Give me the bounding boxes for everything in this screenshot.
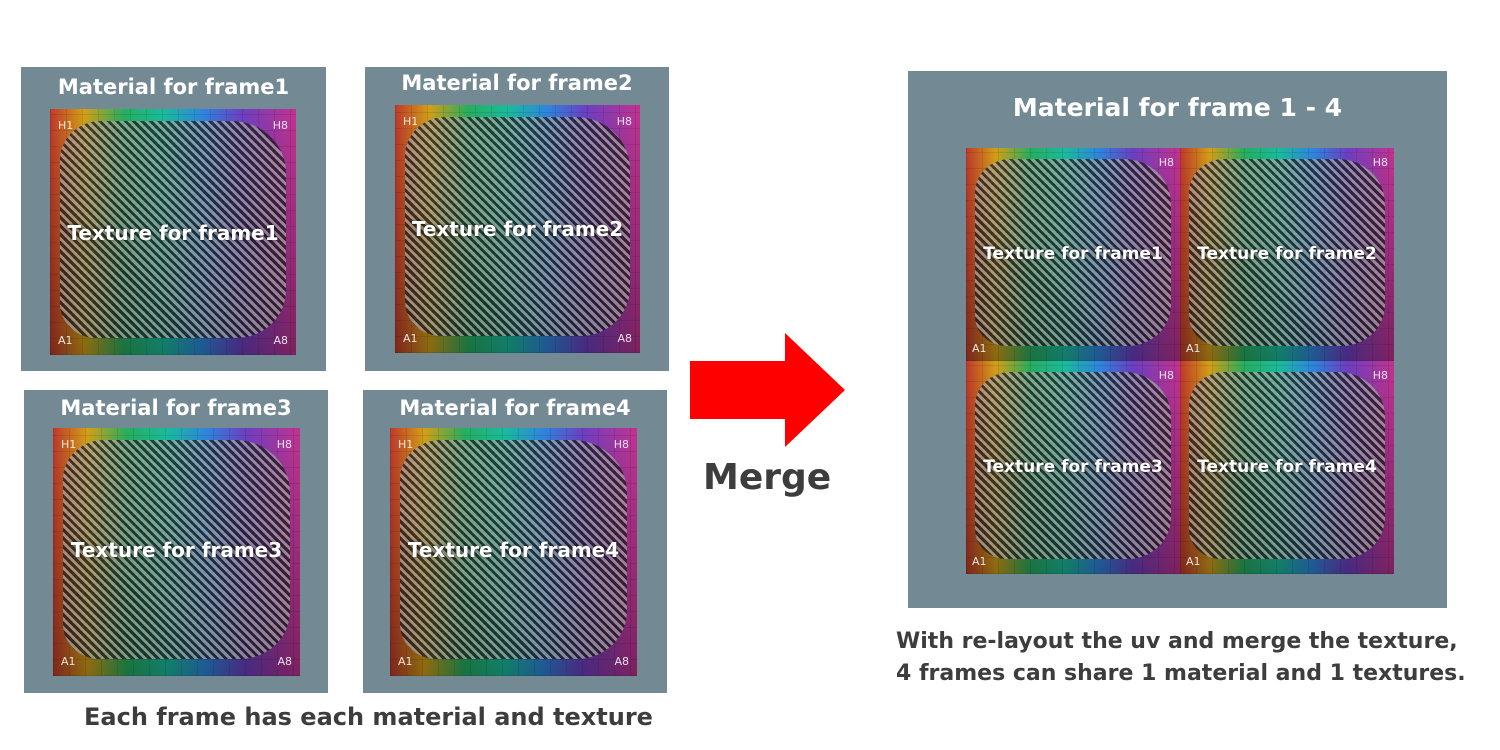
merged-texture-tile-2: H8 A1 Texture for frame2: [1180, 148, 1394, 361]
grid-label: A8: [277, 655, 292, 668]
merged-texture-tile-3: H8 A1 Texture for frame3: [966, 361, 1180, 574]
merge-label: Merge: [703, 457, 832, 498]
grid-label: A1: [1186, 342, 1201, 355]
texture-image: H1 H8 A1 A8 Texture for frame3: [53, 428, 300, 676]
grid-label: H1: [403, 115, 419, 128]
material-title: Material for frame4: [399, 396, 631, 420]
grid-label: A1: [58, 334, 73, 347]
merged-texture-tile-1: H8 A1 Texture for frame1: [966, 148, 1180, 361]
grid-label: A1: [972, 342, 987, 355]
grid-label: H8: [1158, 369, 1174, 382]
grid-label: A1: [403, 332, 418, 345]
material-panel-frame2: Material for frame2 H1 H8 A1 A8 Texture …: [365, 67, 669, 371]
material-panel-frame1: Material for frame1 H1 H8 A1 A8 Texture …: [21, 67, 326, 371]
grid-label: H8: [1158, 156, 1174, 169]
grid-label: H8: [613, 438, 629, 451]
grid-label: A8: [617, 332, 632, 345]
texture-image: H1 H8 A1 A8 Texture for frame1: [50, 109, 296, 355]
grid-label: H1: [398, 438, 414, 451]
grid-label: A1: [1186, 555, 1201, 568]
grid-label: A1: [972, 555, 987, 568]
texture-label: Texture for frame1: [67, 221, 279, 245]
texture-image: H1 H8 A1 A8 Texture for frame4: [390, 428, 637, 676]
right-caption-line-1: With re-layout the uv and merge the text…: [896, 629, 1458, 654]
texture-label: Texture for frame2: [1197, 244, 1377, 264]
merged-material-title: Material for frame 1 - 4: [1012, 93, 1343, 122]
material-title: Material for frame2: [401, 71, 633, 95]
texture-label: Texture for frame3: [983, 457, 1163, 477]
grid-label: H8: [1372, 369, 1388, 382]
texture-label: Texture for frame2: [411, 217, 624, 241]
material-panel-frame4: Material for frame4 H1 H8 A1 A8 Texture …: [363, 390, 667, 693]
texture-label: Texture for frame1: [983, 244, 1163, 264]
grid-label: H1: [58, 119, 74, 132]
texture-image: H1 H8 A1 A8 Texture for frame2: [395, 105, 640, 353]
left-caption: Each frame has each material and texture: [84, 703, 653, 731]
texture-label: Texture for frame4: [407, 538, 620, 562]
grid-label: H8: [272, 119, 288, 132]
arrow-shape: [690, 333, 845, 447]
grid-label: A8: [273, 334, 288, 347]
merge-arrow-icon: [690, 333, 845, 447]
grid-label: H8: [276, 438, 292, 451]
grid-label: A1: [398, 655, 413, 668]
grid-label: H8: [1372, 156, 1388, 169]
material-title: Material for frame3: [60, 396, 292, 420]
material-title: Material for frame1: [57, 75, 290, 99]
texture-label: Texture for frame4: [1197, 457, 1377, 477]
texture-label: Texture for frame3: [70, 538, 283, 562]
grid-label: H8: [616, 115, 632, 128]
merged-texture-tile-4: H8 A1 Texture for frame4: [1180, 361, 1394, 574]
merged-material-panel: Material for frame 1 - 4 H8 A1 Texture f…: [908, 71, 1447, 608]
right-caption-line-2: 4 frames can share 1 material and 1 text…: [896, 661, 1466, 686]
grid-label: H1: [61, 438, 77, 451]
grid-label: A8: [614, 655, 629, 668]
material-panel-frame3: Material for frame3 H1 H8 A1 A8 Texture …: [24, 390, 328, 693]
grid-label: A1: [61, 655, 76, 668]
